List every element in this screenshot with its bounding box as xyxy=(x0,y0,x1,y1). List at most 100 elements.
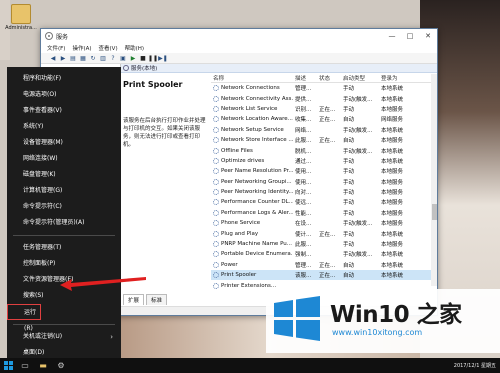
desktop-user-folder-icon[interactable]: Administra... xyxy=(3,4,39,31)
menu-view[interactable]: 查看(V) xyxy=(99,44,118,52)
tab-extended[interactable]: 扩展 xyxy=(123,294,145,305)
cell-name: Portable Device Enumera... xyxy=(211,251,293,258)
table-row[interactable]: Performance Counter DL... 使远... 手动 本地服务 xyxy=(211,197,431,207)
table-row[interactable]: Network Connectivity Ass... 提供... 手动(触发...… xyxy=(211,93,431,103)
service-name-text: Phone Service xyxy=(221,220,261,227)
help-icon[interactable]: ? xyxy=(109,54,117,62)
service-gear-icon xyxy=(213,95,219,102)
table-row[interactable]: Network Setup Service 网络... 手动(触发... 本地系统 xyxy=(211,125,431,135)
service-name-text: Peer Networking Groupi... xyxy=(221,178,292,185)
menu-item-network-connections[interactable]: 网络连接(W) xyxy=(7,151,121,167)
table-row[interactable]: Network List Service 识别... 正在... 手动 本地服务 xyxy=(211,104,431,114)
service-name-text: Network List Service xyxy=(221,105,278,112)
cell-status: 正在... xyxy=(319,117,336,124)
menu-item-control-panel[interactable]: 控制面板(P) xyxy=(7,256,121,272)
service-name-text: Power xyxy=(221,261,238,268)
show-hide-tree-icon[interactable]: ▦ xyxy=(79,54,87,62)
refresh-icon[interactable]: ↻ xyxy=(89,54,97,62)
table-row[interactable]: Print Spooler 该服... 正在... 自动 本地系统 xyxy=(211,270,431,281)
service-name-text: Network Store Interface ... xyxy=(221,137,293,144)
cell-description: 此服... xyxy=(295,138,312,145)
menu-item-run[interactable]: 运行(R) xyxy=(7,304,41,332)
table-row[interactable]: Peer Networking Groupi... 使用... 手动 本地服务 xyxy=(211,177,431,187)
cell-log-on-as: 本地系统 xyxy=(381,96,404,103)
service-name-text: Plug and Play xyxy=(221,230,259,237)
service-name-text: PNRP Machine Name Pu... xyxy=(221,241,293,248)
cell-log-on-as: 本地系统 xyxy=(381,148,404,155)
cell-log-on-as: 本地服务 xyxy=(381,190,404,197)
menu-item-shutdown-signout[interactable]: 关机或注销(U) › xyxy=(7,329,121,345)
column-name[interactable]: 名称 xyxy=(211,74,293,82)
scrollbar-thumb[interactable] xyxy=(432,204,437,220)
table-row[interactable]: Network Connections 管理... 手动 本地系统 xyxy=(211,83,431,93)
service-gear-icon xyxy=(213,168,219,175)
table-row[interactable]: Peer Networking Identity... 向对... 手动 本地服务 xyxy=(211,187,431,197)
menu-item-power-options[interactable]: 电源选项(O) xyxy=(7,87,121,103)
services-taskbar-icon[interactable]: ⚙ xyxy=(52,358,70,373)
close-button[interactable]: ✕ xyxy=(419,29,437,43)
properties-icon[interactable]: ▣ xyxy=(119,54,127,62)
cell-name: PNRP Machine Name Pu... xyxy=(211,241,293,248)
table-row[interactable]: Performance Logs & Aler... 性能... 手动 本地服务 xyxy=(211,208,431,218)
cell-name: Offline Files xyxy=(211,147,293,154)
table-row[interactable]: Power 管理... 正在... 自动 本地系统 xyxy=(211,260,431,270)
restart-service-icon[interactable]: ▶❚ xyxy=(158,54,168,62)
table-row[interactable]: Portable Device Enumera... 强制... 手动(触发... 本… xyxy=(211,249,431,259)
menu-file[interactable]: 文件(F) xyxy=(47,44,65,52)
service-gear-icon xyxy=(213,105,219,112)
table-row[interactable]: Network Store Interface ... 此服... 正在... 自动 本… xyxy=(211,135,431,145)
menu-help[interactable]: 帮助(H) xyxy=(125,44,144,52)
table-row[interactable]: Plug and Play 使计... 正在... 手动 本地系统 xyxy=(211,228,431,238)
vertical-scrollbar[interactable] xyxy=(431,74,437,286)
column-status[interactable]: 状态 xyxy=(317,74,341,82)
stop-service-icon[interactable]: ■ xyxy=(139,54,147,62)
column-log-on-as[interactable]: 登录为 xyxy=(379,74,423,82)
task-view-icon[interactable]: ▭ xyxy=(16,358,34,373)
menu-item-system[interactable]: 系统(Y) xyxy=(7,119,121,135)
table-row[interactable]: Phone Service 在设... 手动(触发... 本地服务 xyxy=(211,218,431,228)
service-name-text: Offline Files xyxy=(221,147,253,154)
menu-item-programs-features[interactable]: 程序和功能(F) xyxy=(7,71,121,87)
export-icon[interactable]: ▥ xyxy=(99,54,107,62)
maximize-button[interactable]: □ xyxy=(401,29,419,43)
menu-item-computer-management[interactable]: 计算机管理(G) xyxy=(7,183,121,199)
taskbar-clock[interactable]: 2017/12/1 星期五 xyxy=(454,362,500,369)
table-row[interactable]: PNRP Machine Name Pu... 此服... 手动 本地服务 xyxy=(211,239,431,249)
file-explorer-icon[interactable]: ▬ xyxy=(34,358,52,373)
start-button[interactable] xyxy=(0,358,16,373)
cell-description: 管理... xyxy=(295,262,312,269)
service-gear-icon xyxy=(213,157,219,164)
services-local-icon xyxy=(123,65,129,71)
submenu-arrow-icon: › xyxy=(110,333,113,341)
table-row[interactable]: Optimize drives 通过... 手动 本地系统 xyxy=(211,156,431,166)
back-icon[interactable]: ◀ xyxy=(49,54,57,62)
menu-item-disk-management[interactable]: 磁盘管理(K) xyxy=(7,167,121,183)
table-row[interactable]: Network Location Aware... 收集... 正在... 自动 网络服… xyxy=(211,114,431,124)
table-row[interactable]: Offline Files 脱机... 手动(触发... 本地系统 xyxy=(211,145,431,155)
tab-standard[interactable]: 标准 xyxy=(146,294,168,305)
service-gear-icon xyxy=(213,272,219,279)
cell-startup-type: 手动 xyxy=(343,106,355,113)
cell-startup-type: 手动(触发... xyxy=(343,96,373,103)
up-icon[interactable]: ▤ xyxy=(69,54,77,62)
minimize-button[interactable]: — xyxy=(383,29,401,43)
pause-service-icon[interactable]: ❚❚ xyxy=(148,54,158,62)
service-name-text: Printer Extensions... xyxy=(221,282,277,289)
start-service-icon[interactable]: ▶ xyxy=(129,54,137,62)
menu-item-command-prompt[interactable]: 命令提示符(C) xyxy=(7,199,121,215)
win10-watermark-logo: Win10 之家 www.win10xitong.com xyxy=(266,289,500,353)
forward-icon[interactable]: ▶ xyxy=(59,54,67,62)
menu-item-device-manager[interactable]: 设备管理器(M) xyxy=(7,135,121,151)
service-name-text: Network Setup Service xyxy=(221,126,284,133)
column-description[interactable]: 描述 xyxy=(293,74,317,82)
menu-item-command-prompt-admin[interactable]: 命令提示符(管理员)(A) xyxy=(7,215,121,231)
table-row[interactable]: Peer Name Resolution Pr... 使用... 手动 本地服务 xyxy=(211,166,431,176)
title-bar[interactable]: 服务 — □ ✕ xyxy=(41,29,437,43)
menu-item-task-manager[interactable]: 任务管理器(T) xyxy=(7,240,121,256)
menu-item-event-viewer[interactable]: 事件查看器(V) xyxy=(7,103,121,119)
menu-action[interactable]: 操作(A) xyxy=(72,44,91,52)
service-gear-icon xyxy=(213,178,219,185)
cell-name: Print Spooler xyxy=(211,272,293,279)
column-startup-type[interactable]: 启动类型 xyxy=(341,74,379,82)
cell-startup-type: 手动 xyxy=(343,210,355,217)
